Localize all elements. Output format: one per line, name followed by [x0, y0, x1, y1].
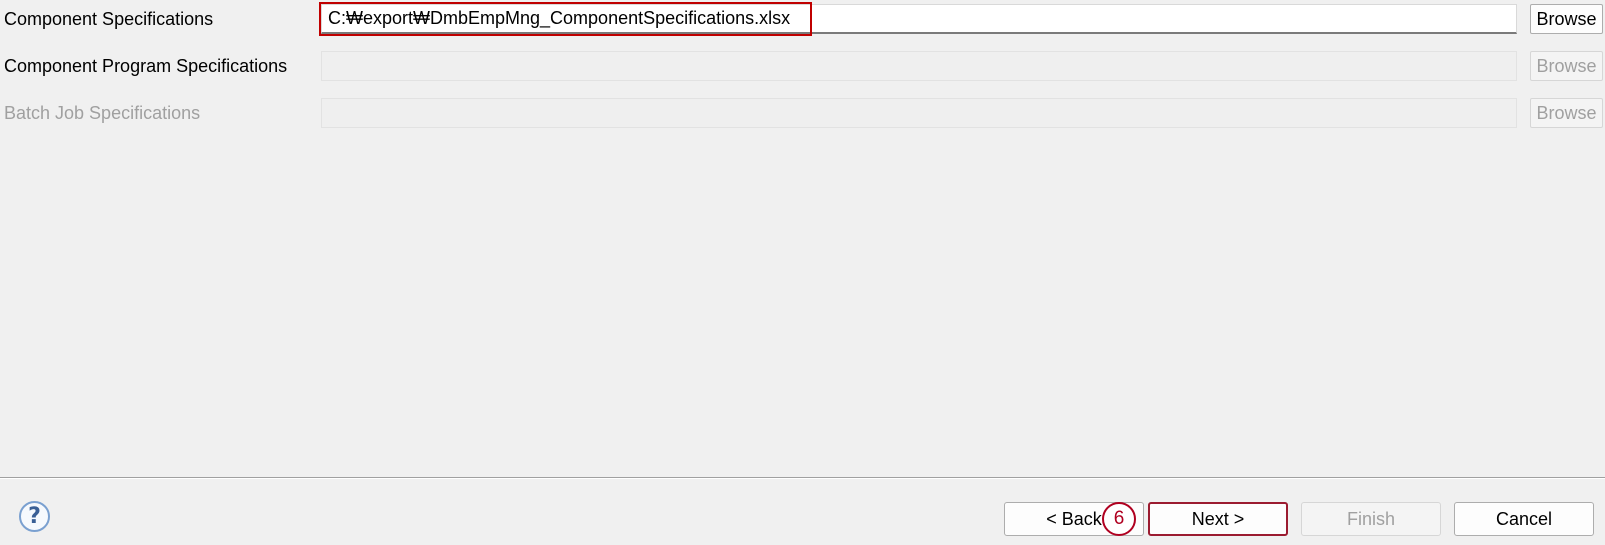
next-button[interactable]: Next >: [1148, 502, 1288, 536]
step-number-marker: 6: [1102, 502, 1136, 536]
footer-separator: [0, 477, 1605, 479]
cancel-button[interactable]: Cancel: [1454, 502, 1594, 536]
component-program-specifications-path-input[interactable]: [321, 51, 1517, 81]
batch-job-specifications-path-input[interactable]: [321, 98, 1517, 128]
batch-job-specifications-row: Batch Job Specifications Browse: [0, 96, 1605, 130]
component-specifications-path-input[interactable]: C:₩export₩DmbEmpMng_ComponentSpecificati…: [321, 4, 1517, 34]
component-program-specifications-browse-button[interactable]: Browse: [1530, 51, 1603, 81]
batch-job-specifications-label: Batch Job Specifications: [4, 103, 201, 123]
finish-button[interactable]: Finish: [1301, 502, 1441, 536]
component-specifications-browse-button[interactable]: Browse: [1530, 4, 1603, 34]
component-specifications-row: Component Specifications C:₩export₩DmbEm…: [0, 2, 1605, 36]
component-program-specifications-row: Component Program Specifications Browse: [0, 49, 1605, 83]
component-specifications-label: Component Specifications: [4, 9, 214, 29]
batch-job-specifications-browse-button[interactable]: Browse: [1530, 98, 1603, 128]
help-icon[interactable]: ?: [19, 501, 50, 532]
component-program-specifications-label: Component Program Specifications: [4, 56, 288, 76]
